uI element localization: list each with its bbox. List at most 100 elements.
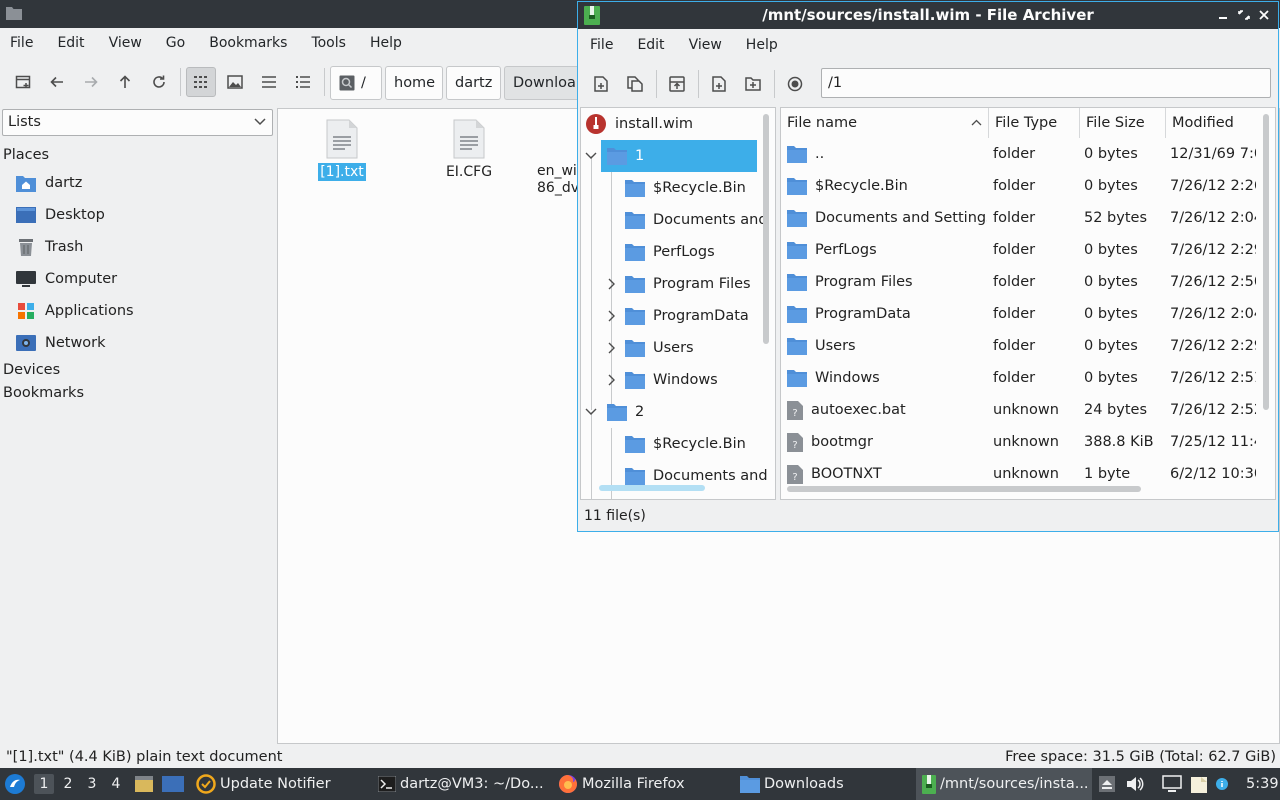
new-tab-button[interactable]	[8, 67, 38, 97]
expand-chevron-icon[interactable]	[608, 310, 616, 322]
breadcrumb-root[interactable]: /	[330, 66, 382, 100]
archive-path-field[interactable]: /1	[821, 68, 1271, 98]
task-file-archiver[interactable]: /mnt/sources/insta...	[916, 768, 1092, 800]
tree-vertical-scrollbar[interactable]	[763, 114, 769, 344]
maximize-button[interactable]	[1238, 8, 1250, 22]
tray-notification[interactable]	[1216, 768, 1232, 800]
tree-item-users[interactable]: Users	[625, 332, 694, 364]
sidebar-item-dartz[interactable]: dartz	[16, 170, 82, 196]
task-terminal[interactable]: dartz@VM3: ~/Do...	[374, 768, 546, 800]
table-row[interactable]: $Recycle.Bin folder 0 bytes 7/26/12 2:26	[781, 170, 1261, 202]
close-button[interactable]	[1258, 8, 1270, 22]
expand-chevron-icon[interactable]	[608, 342, 616, 354]
tray-removable-media[interactable]	[1098, 768, 1120, 800]
sidebar-item-desktop[interactable]: Desktop	[16, 202, 105, 228]
forward-button[interactable]	[76, 67, 106, 97]
show-desktop-button[interactable]	[134, 768, 158, 800]
menu-edit[interactable]: Edit	[625, 31, 676, 59]
tree-horizontal-scrollbar[interactable]	[599, 485, 705, 491]
menu-help[interactable]: Help	[358, 29, 414, 57]
menu-go[interactable]: Go	[154, 29, 197, 57]
table-row[interactable]: ? bootmgr unknown 388.8 KiB 7/25/12 11:4	[781, 426, 1261, 458]
tray-volume[interactable]	[1126, 768, 1148, 800]
sidebar-item-network[interactable]: Network	[16, 330, 106, 356]
task-update-notifier[interactable]: Update Notifier	[192, 768, 364, 800]
expand-chevron-icon[interactable]	[608, 278, 616, 290]
tree-item-program-files[interactable]: Program Files	[625, 268, 751, 300]
up-button[interactable]	[110, 67, 140, 97]
tree-item-windows[interactable]: Windows	[625, 364, 718, 396]
menu-help[interactable]: Help	[734, 31, 790, 59]
workspace-4[interactable]: 4	[106, 774, 126, 794]
reload-button[interactable]	[144, 67, 174, 97]
tree-item-recycle-bin[interactable]: $Recycle.Bin	[625, 428, 746, 460]
sidebar-item-computer[interactable]: Computer	[16, 266, 117, 292]
menu-bookmarks[interactable]: Bookmarks	[197, 29, 299, 57]
collapse-chevron-icon[interactable]	[585, 152, 597, 160]
task-firefox[interactable]: Mozilla Firefox	[554, 768, 726, 800]
tree-item-recycle-bin[interactable]: $Recycle.Bin	[625, 172, 746, 204]
icon-view-button[interactable]	[186, 67, 216, 97]
detailed-view-button[interactable]	[288, 67, 318, 97]
tray-network[interactable]	[1162, 768, 1186, 800]
archiver-titlebar[interactable]: /mnt/sources/install.wim - File Archiver	[578, 2, 1278, 29]
table-row[interactable]: Windows folder 0 bytes 7/26/12 2:51	[781, 362, 1261, 394]
add-folder-button[interactable]	[738, 69, 768, 99]
expand-chevron-icon[interactable]	[608, 374, 616, 386]
sidebar-item-applications[interactable]: Applications	[16, 298, 134, 324]
table-row[interactable]: Program Files folder 0 bytes 7/26/12 2:50	[781, 266, 1261, 298]
file-item[interactable]: [1].txt	[316, 119, 368, 181]
desktop-launcher-button[interactable]	[162, 768, 188, 800]
new-archive-button[interactable]	[586, 69, 616, 99]
menu-file[interactable]: File	[578, 31, 625, 59]
menu-tools[interactable]: Tools	[299, 29, 358, 57]
compact-view-button[interactable]	[254, 67, 284, 97]
tree-item-2[interactable]: 2	[607, 396, 644, 428]
workspace-1[interactable]: 1	[34, 774, 54, 794]
sidebar-item-trash[interactable]: Trash	[16, 234, 83, 260]
extract-button[interactable]	[662, 69, 692, 99]
column-header-file-name[interactable]: File name	[781, 108, 989, 138]
table-row[interactable]: Users folder 0 bytes 7/26/12 2:29	[781, 330, 1261, 362]
breadcrumb-dartz[interactable]: dartz	[446, 66, 501, 100]
workspace-2[interactable]: 2	[58, 774, 78, 794]
menu-view[interactable]: View	[677, 31, 734, 59]
open-archive-button[interactable]	[620, 69, 650, 99]
table-row[interactable]: .. folder 0 bytes 12/31/69 7:0	[781, 138, 1261, 170]
tree-item-perflogs[interactable]: PerfLogs	[625, 236, 715, 268]
archive-folder-tree[interactable]: install.wim 1 $Recycle.Bin Documents and…	[580, 107, 776, 500]
tree-item-documents-and-settings[interactable]: Documents and	[625, 204, 768, 236]
table-row[interactable]: ? autoexec.bat unknown 24 bytes 7/26/12 2:52	[781, 394, 1261, 426]
archive-file-list[interactable]: File name File Type File Size Modified .…	[780, 107, 1276, 500]
add-files-button[interactable]	[704, 69, 734, 99]
breadcrumb-downloads[interactable]: Downloa	[504, 66, 577, 100]
column-header-file-size[interactable]: File Size	[1080, 108, 1166, 138]
file-item[interactable]: EI.CFG	[442, 119, 496, 181]
column-header-file-type[interactable]: File Type	[989, 108, 1080, 138]
collapse-chevron-icon[interactable]	[585, 408, 597, 416]
file-item[interactable]: en_wi 86_dv	[537, 163, 579, 197]
column-header-modified[interactable]: Modified	[1166, 108, 1259, 138]
table-row[interactable]: ProgramData folder 0 bytes 7/26/12 2:04	[781, 298, 1261, 330]
table-row[interactable]: Documents and Settings folder 52 bytes 7/26…	[781, 202, 1261, 234]
minimize-button[interactable]	[1218, 8, 1228, 22]
tray-clipboard[interactable]	[1188, 768, 1214, 800]
start-menu-button[interactable]	[4, 768, 30, 800]
menu-file[interactable]: File	[0, 29, 45, 57]
back-button[interactable]	[42, 67, 72, 97]
tree-item-root[interactable]: install.wim	[585, 108, 693, 140]
workspace-3[interactable]: 3	[82, 774, 102, 794]
table-row[interactable]: PerfLogs folder 0 bytes 7/26/12 2:29	[781, 234, 1261, 266]
breadcrumb-home[interactable]: home	[385, 66, 443, 100]
menu-edit[interactable]: Edit	[45, 29, 96, 57]
list-vertical-scrollbar[interactable]	[1263, 114, 1269, 410]
menu-view[interactable]: View	[97, 29, 154, 57]
thumbnail-view-button[interactable]	[220, 67, 250, 97]
sidebar-mode-combo[interactable]: Lists	[2, 109, 273, 136]
list-horizontal-scrollbar[interactable]	[787, 486, 1141, 492]
tree-item-1[interactable]: 1	[601, 140, 757, 172]
stop-button[interactable]	[780, 69, 810, 99]
tree-item-programdata[interactable]: ProgramData	[625, 300, 749, 332]
task-downloads[interactable]: Downloads	[736, 768, 908, 800]
clock[interactable]: 5:39	[1246, 768, 1279, 800]
